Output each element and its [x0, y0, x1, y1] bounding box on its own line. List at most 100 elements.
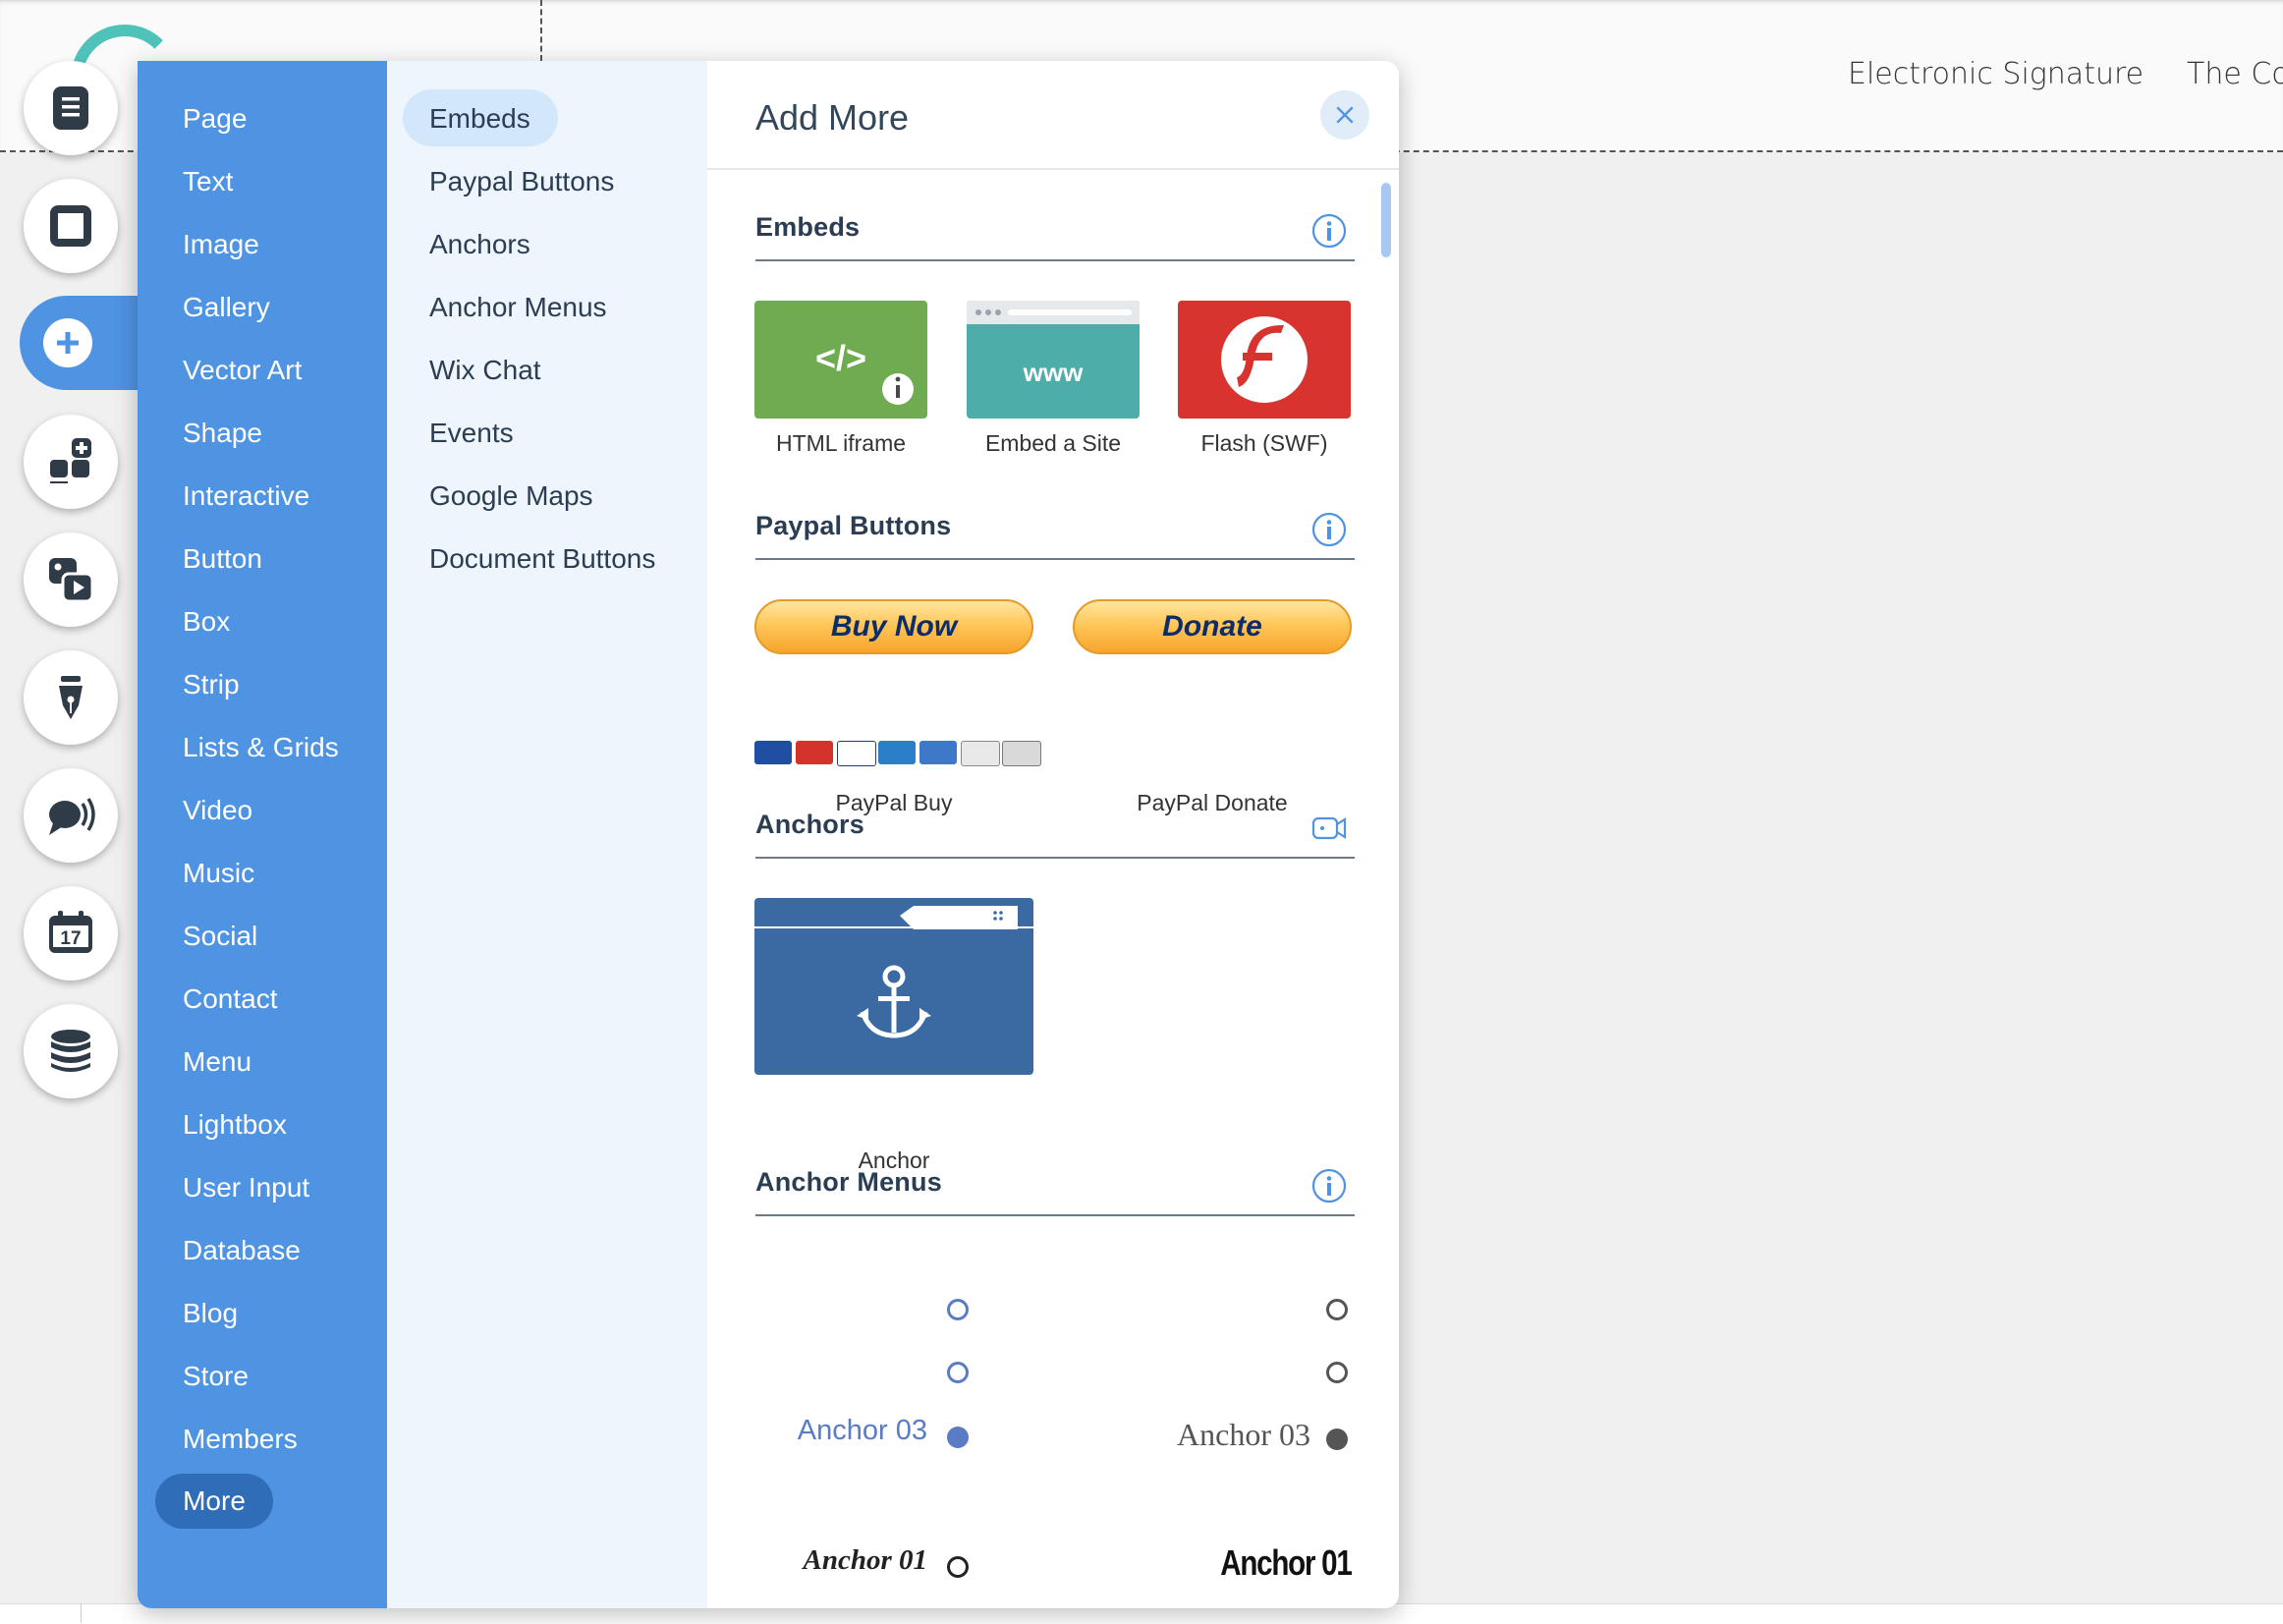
flash-swf-label: Flash (SWF)	[1200, 430, 1328, 456]
anchor-icon	[754, 898, 1033, 1075]
category-blog[interactable]: Blog	[183, 1298, 238, 1329]
category-database[interactable]: Database	[183, 1235, 301, 1266]
category-social[interactable]: Social	[183, 921, 257, 952]
anchor-menu-label-01: Anchor 01	[803, 1544, 927, 1576]
category-gallery[interactable]: Gallery	[183, 292, 270, 323]
add-icon	[43, 318, 92, 367]
scrollbar[interactable]	[1381, 183, 1391, 257]
category-menu[interactable]: Menu	[183, 1046, 251, 1078]
bank-icon	[1002, 741, 1041, 766]
code-icon: </>	[754, 301, 927, 419]
category-page[interactable]: Page	[183, 103, 247, 135]
embed-site-thumb[interactable]: www	[967, 301, 1140, 419]
panel-content[interactable]: Add More Embeds </> HTML iframe www Embe…	[707, 61, 1399, 1608]
category-box[interactable]: Box	[183, 606, 230, 638]
bookings-calendar-icon: 17	[49, 911, 92, 953]
credit-card-icon	[796, 741, 833, 764]
info-icon[interactable]	[1310, 1167, 1348, 1204]
background-button[interactable]	[24, 179, 118, 273]
media-button[interactable]	[24, 532, 118, 627]
paypal-buy-now-button[interactable]: Buy Now	[754, 599, 1033, 654]
subcategory-google-maps[interactable]: Google Maps	[429, 480, 593, 512]
chat-button[interactable]	[24, 768, 118, 863]
category-list: Page Text Image Gallery Vector Art Shape…	[138, 61, 387, 1608]
anchor-menu-label-03: Anchor 03	[1177, 1417, 1310, 1452]
credit-card-icon	[878, 741, 916, 764]
subcategory-embeds[interactable]: Embeds	[429, 103, 530, 135]
bookings-button[interactable]: 17	[24, 886, 118, 980]
divider	[755, 1214, 1355, 1216]
category-contact[interactable]: Contact	[183, 983, 278, 1015]
credit-card-icon	[961, 741, 1000, 766]
divider	[755, 558, 1355, 560]
section-title-anchor-menus: Anchor Menus	[755, 1167, 942, 1197]
category-image[interactable]: Image	[183, 229, 259, 260]
design-button[interactable]	[24, 650, 118, 745]
divider	[755, 259, 1355, 261]
category-button[interactable]: Button	[183, 543, 262, 575]
html-iframe-label: HTML iframe	[775, 430, 907, 456]
info-icon[interactable]	[1310, 511, 1348, 548]
left-toolbar: 17	[0, 0, 147, 1623]
subcategory-events[interactable]: Events	[429, 418, 514, 449]
nav-link-electronic-signature[interactable]: Electronic Signature	[1848, 57, 2144, 91]
close-button[interactable]	[1320, 90, 1369, 140]
subcategory-wix-chat[interactable]: Wix Chat	[429, 355, 541, 386]
subcategory-document-buttons[interactable]: Document Buttons	[429, 543, 655, 575]
category-store[interactable]: Store	[183, 1361, 249, 1392]
media-icon	[49, 558, 94, 603]
category-more[interactable]: More	[155, 1474, 273, 1529]
add-button[interactable]	[20, 296, 147, 390]
anchor-thumb[interactable]	[754, 898, 1033, 1075]
credit-card-icon	[754, 741, 792, 764]
paypal-donate-button[interactable]: Donate	[1073, 599, 1352, 654]
category-music[interactable]: Music	[183, 858, 254, 889]
add-apps-button[interactable]	[24, 415, 118, 509]
nav-link-the-co[interactable]: The Co	[2187, 57, 2283, 91]
close-icon	[1336, 106, 1354, 124]
section-title-anchors: Anchors	[755, 810, 864, 839]
category-text[interactable]: Text	[183, 166, 233, 197]
anchor-dot	[947, 1556, 969, 1578]
category-user-input[interactable]: User Input	[183, 1172, 309, 1204]
add-apps-icon	[50, 438, 91, 483]
chat-icon	[49, 798, 95, 835]
flash-icon	[1178, 301, 1351, 419]
category-vector-art[interactable]: Vector Art	[183, 355, 302, 386]
flash-swf-thumb[interactable]	[1178, 301, 1351, 419]
category-video[interactable]: Video	[183, 795, 252, 826]
subcategory-paypal-buttons[interactable]: Paypal Buttons	[429, 166, 614, 197]
subcategory-anchors[interactable]: Anchors	[429, 229, 530, 260]
info-icon[interactable]	[1310, 212, 1348, 250]
svg-text:www: www	[1023, 358, 1084, 387]
add-panel: Page Text Image Gallery Vector Art Shape…	[138, 61, 1399, 1608]
section-title-paypal-buttons: Paypal Buttons	[755, 511, 952, 540]
database-button[interactable]	[24, 1004, 118, 1098]
background-icon	[50, 205, 91, 247]
credit-card-icon	[837, 741, 876, 766]
category-interactive[interactable]: Interactive	[183, 480, 309, 512]
category-shape[interactable]: Shape	[183, 418, 262, 449]
category-strip[interactable]: Strip	[183, 669, 240, 700]
video-tutorial-icon[interactable]	[1310, 810, 1348, 847]
anchor-menu-preview-2[interactable]: Anchor 03 Anchor 01	[1061, 1279, 1356, 1608]
category-lightbox[interactable]: Lightbox	[183, 1109, 287, 1141]
category-members[interactable]: Members	[183, 1424, 298, 1455]
anchor-dot	[1326, 1299, 1348, 1320]
credit-card-icon	[919, 741, 957, 764]
html-iframe-thumb[interactable]: </>	[754, 301, 927, 419]
anchor-dot-active	[1326, 1428, 1348, 1450]
subcategory-list: Embeds Paypal Buttons Anchors Anchor Men…	[387, 61, 707, 1608]
anchor-dot	[947, 1362, 969, 1383]
anchor-menu-label-01: Anchor 01	[1220, 1542, 1354, 1583]
panel-header: Add More	[707, 61, 1399, 170]
divider	[755, 857, 1355, 859]
www-icon: www	[967, 301, 1140, 419]
section-title-embeds: Embeds	[755, 212, 861, 242]
embed-site-label: Embed a Site	[984, 430, 1122, 456]
subcategory-anchor-menus[interactable]: Anchor Menus	[429, 292, 607, 323]
category-lists-grids[interactable]: Lists & Grids	[183, 732, 339, 763]
database-icon	[51, 1030, 90, 1072]
pages-button[interactable]	[24, 61, 118, 155]
anchor-menu-preview-1[interactable]: Anchor 03 Anchor 01	[747, 1279, 1041, 1608]
